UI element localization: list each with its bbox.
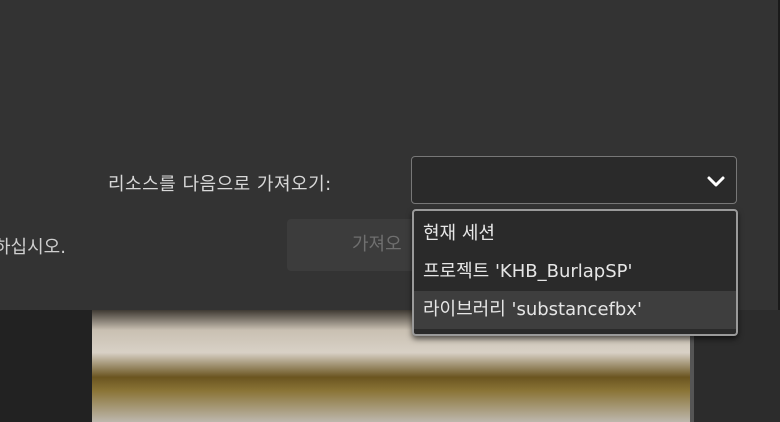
dropdown-option-project[interactable]: 프로젝트 'KHB_BurlapSP' [414, 253, 736, 291]
import-destination-label: 리소스를 다음으로 가져오기: [108, 174, 332, 195]
chevron-down-icon [707, 176, 725, 187]
dropdown-option-library[interactable]: 라이브러리 'substancefbx' [414, 291, 736, 329]
background-dark-region [0, 310, 92, 422]
import-button[interactable]: 가져오 [287, 219, 427, 271]
import-destination-select[interactable] [411, 156, 737, 204]
destination-dropdown-menu: 현재 세션 프로젝트 'KHB_BurlapSP' 라이브러리 'substan… [412, 209, 738, 336]
dropdown-option-current-session[interactable]: 현재 세션 [414, 215, 736, 253]
helper-text: 하십시오. [0, 237, 66, 258]
background-divider [690, 336, 694, 422]
